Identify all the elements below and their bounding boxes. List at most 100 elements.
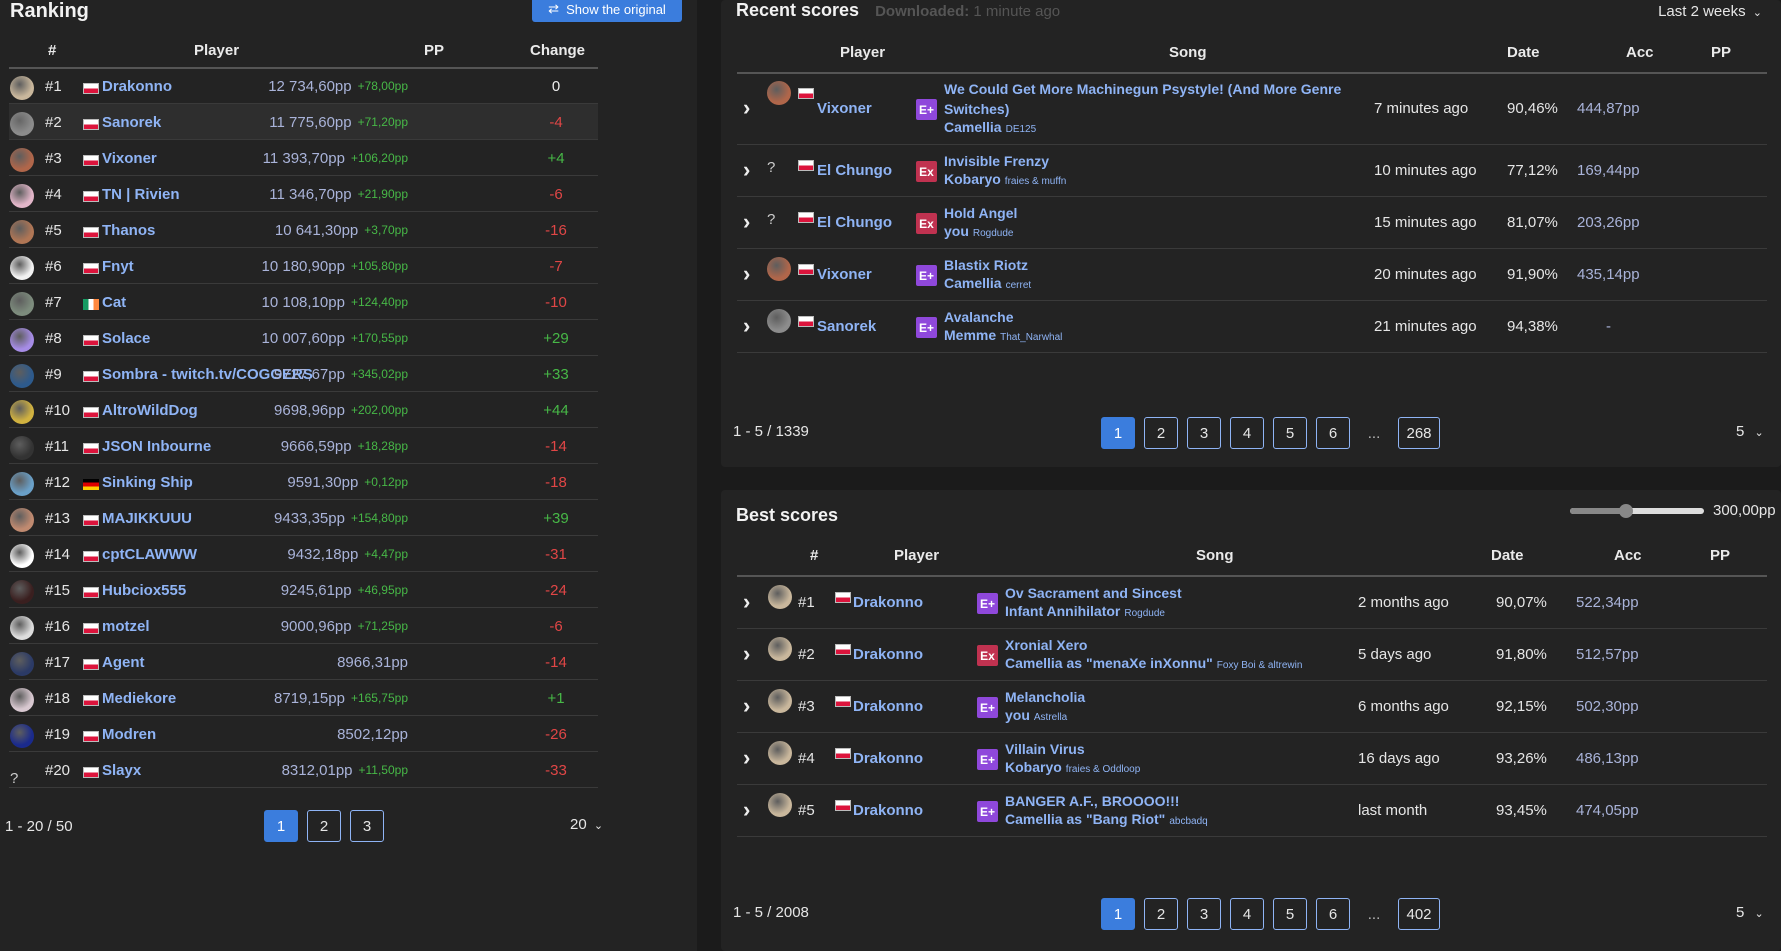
avatar[interactable] <box>10 724 34 748</box>
avatar[interactable] <box>768 585 792 609</box>
page-button-6[interactable]: 6 <box>1316 417 1350 449</box>
table-row[interactable]: #14 cptCLAWWW 9432,18pp +4,47pp -31 <box>9 536 598 572</box>
show-original-button[interactable]: ⇄ Show the original <box>532 0 682 22</box>
table-row[interactable]: #10 AltroWildDog 9698,96pp +202,00pp +44 <box>9 392 598 428</box>
avatar[interactable] <box>10 184 34 208</box>
table-row[interactable]: › #4 Drakonno E+ Villain Virus Kobaryo fraies … <box>737 733 1767 785</box>
avatar[interactable] <box>10 220 34 244</box>
table-row[interactable]: › #1 Drakonno E+ Ov Sacrament and Sincest Inf… <box>737 577 1767 629</box>
chevron-right-icon[interactable]: › <box>743 313 750 339</box>
table-row[interactable]: #4 TN | Rivien 11 346,70pp +21,90pp -6 <box>9 176 598 212</box>
chevron-right-icon[interactable]: › <box>743 641 750 667</box>
table-row[interactable]: #2 Sanorek 11 775,60pp +71,20pp -4 <box>9 104 598 140</box>
player-name-link[interactable]: Mediekore <box>102 680 176 716</box>
player-name-link[interactable]: Fnyt <box>102 248 134 284</box>
player-name-link[interactable]: Cat <box>102 284 126 320</box>
table-row[interactable]: › #2 Drakonno Ex Xronial Xero Camellia as "me… <box>737 629 1767 681</box>
avatar[interactable] <box>768 741 792 765</box>
player-name-link[interactable]: TN | Rivien <box>102 176 180 212</box>
player-name-link[interactable]: El Chungo <box>817 214 892 231</box>
page-button-4[interactable]: 4 <box>1230 417 1264 449</box>
page-button-2[interactable]: 2 <box>307 810 341 842</box>
table-row[interactable]: #3 Vixoner 11 393,70pp +106,20pp +4 <box>9 140 598 176</box>
table-row[interactable]: #15 Hubciox555 9245,61pp +46,95pp -24 <box>9 572 598 608</box>
table-row[interactable]: #19 Modren 8502,12pp -26 <box>9 716 598 752</box>
song-title-link[interactable]: Hold Angel <box>944 203 1344 223</box>
player-name-link[interactable]: Drakonno <box>853 594 923 611</box>
period-select[interactable]: Last 2 weeks ⌄ <box>1658 3 1762 20</box>
player-name-link[interactable]: Sanorek <box>102 104 161 140</box>
player-name-link[interactable]: Vixoner <box>817 266 872 283</box>
page-button-3[interactable]: 3 <box>1187 417 1221 449</box>
pp-threshold-slider[interactable] <box>1570 504 1704 518</box>
table-row[interactable]: #18 Mediekore 8719,15pp +165,75pp +1 <box>9 680 598 716</box>
player-name-link[interactable]: Vixoner <box>817 100 872 117</box>
player-name-link[interactable]: Agent <box>102 644 145 680</box>
table-row[interactable]: #1 Drakonno 12 734,60pp +78,00pp 0 <box>9 68 598 104</box>
player-name-link[interactable]: Vixoner <box>102 140 157 176</box>
avatar[interactable] <box>10 544 34 568</box>
player-name-link[interactable]: Sanorek <box>817 318 876 335</box>
table-row[interactable]: #16 motzel 9000,96pp +71,25pp -6 <box>9 608 598 644</box>
table-row[interactable]: #17 Agent 8966,31pp -14 <box>9 644 598 680</box>
table-row[interactable]: › Sanorek E+ Avalanche Memme That_Narwhal 21 m… <box>737 301 1767 353</box>
player-name-link[interactable]: Thanos <box>102 212 155 248</box>
page-button-6[interactable]: 6 <box>1316 898 1350 930</box>
chevron-right-icon[interactable]: › <box>743 261 750 287</box>
song-title-link[interactable]: Melancholia <box>1005 687 1345 707</box>
chevron-right-icon[interactable]: › <box>743 209 750 235</box>
table-row[interactable]: #6 Fnyt 10 180,90pp +105,80pp -7 <box>9 248 598 284</box>
page-button-268[interactable]: 268 <box>1398 417 1440 449</box>
player-name-link[interactable]: Sinking Ship <box>102 464 193 500</box>
table-row[interactable]: #11 JSON Inbourne 9666,59pp +18,28pp -14 <box>9 428 598 464</box>
player-name-link[interactable]: cptCLAWWW <box>102 536 197 572</box>
song-title-link[interactable]: Blastix Riotz <box>944 255 1344 275</box>
table-row[interactable]: #5 Thanos 10 641,30pp +3,70pp -16 <box>9 212 598 248</box>
page-button-3[interactable]: 3 <box>1187 898 1221 930</box>
page-button-1[interactable]: 1 <box>1101 898 1135 930</box>
avatar[interactable] <box>767 257 791 281</box>
page-button-5[interactable]: 5 <box>1273 417 1307 449</box>
player-name-link[interactable]: MAJIKKUUU <box>102 500 192 536</box>
table-row[interactable]: #12 Sinking Ship 9591,30pp +0,12pp -18 <box>9 464 598 500</box>
table-row[interactable]: #8 Solace 10 007,60pp +170,55pp +29 <box>9 320 598 356</box>
table-row[interactable]: › #5 Drakonno E+ BANGER A.F., BROOOO!!! Camel… <box>737 785 1767 837</box>
chevron-right-icon[interactable]: › <box>743 745 750 771</box>
page-button-2[interactable]: 2 <box>1144 417 1178 449</box>
avatar[interactable] <box>10 148 34 172</box>
song-title-link[interactable]: Avalanche <box>944 307 1344 327</box>
song-title-link[interactable]: We Could Get More Machinegun Psystyle! (… <box>944 79 1344 119</box>
page-button-402[interactable]: 402 <box>1398 898 1440 930</box>
table-row[interactable]: #13 MAJIKKUUU 9433,35pp +154,80pp +39 <box>9 500 598 536</box>
player-name-link[interactable]: Drakonno <box>853 802 923 819</box>
song-title-link[interactable]: Invisible Frenzy <box>944 151 1344 171</box>
avatar[interactable] <box>10 580 34 604</box>
table-row[interactable]: › Vixoner E+ Blastix Riotz Camellia cerret 20 … <box>737 249 1767 301</box>
avatar[interactable] <box>768 793 792 817</box>
avatar[interactable] <box>768 689 792 713</box>
player-name-link[interactable]: Drakonno <box>853 646 923 663</box>
avatar[interactable] <box>767 309 791 333</box>
table-row[interactable]: #7 Cat 10 108,10pp +124,40pp -10 <box>9 284 598 320</box>
avatar[interactable] <box>10 616 34 640</box>
player-name-link[interactable]: Slayx <box>102 752 141 788</box>
avatar[interactable] <box>10 688 34 712</box>
page-button-5[interactable]: 5 <box>1273 898 1307 930</box>
player-name-link[interactable]: JSON Inbourne <box>102 428 211 464</box>
avatar[interactable] <box>10 76 34 100</box>
page-button-2[interactable]: 2 <box>1144 898 1178 930</box>
player-name-link[interactable]: Solace <box>102 320 150 356</box>
chevron-right-icon[interactable]: › <box>743 693 750 719</box>
best-per-page-select[interactable]: 5 ⌄ <box>1736 904 1764 921</box>
avatar[interactable] <box>10 328 34 352</box>
avatar[interactable] <box>10 472 34 496</box>
chevron-right-icon[interactable]: › <box>743 797 750 823</box>
table-row[interactable]: #9 Sombra - twitch.tv/COGGERS 9727,67pp +34… <box>9 356 598 392</box>
player-name-link[interactable]: Hubciox555 <box>102 572 186 608</box>
page-button-1[interactable]: 1 <box>1101 417 1135 449</box>
chevron-right-icon[interactable]: › <box>743 589 750 615</box>
table-row[interactable]: › #3 Drakonno E+ Melancholia you Astrella 6 mon… <box>737 681 1767 733</box>
song-title-link[interactable]: BANGER A.F., BROOOO!!! <box>1005 791 1345 811</box>
song-title-link[interactable]: Ov Sacrament and Sincest <box>1005 583 1345 603</box>
avatar[interactable] <box>10 508 34 532</box>
